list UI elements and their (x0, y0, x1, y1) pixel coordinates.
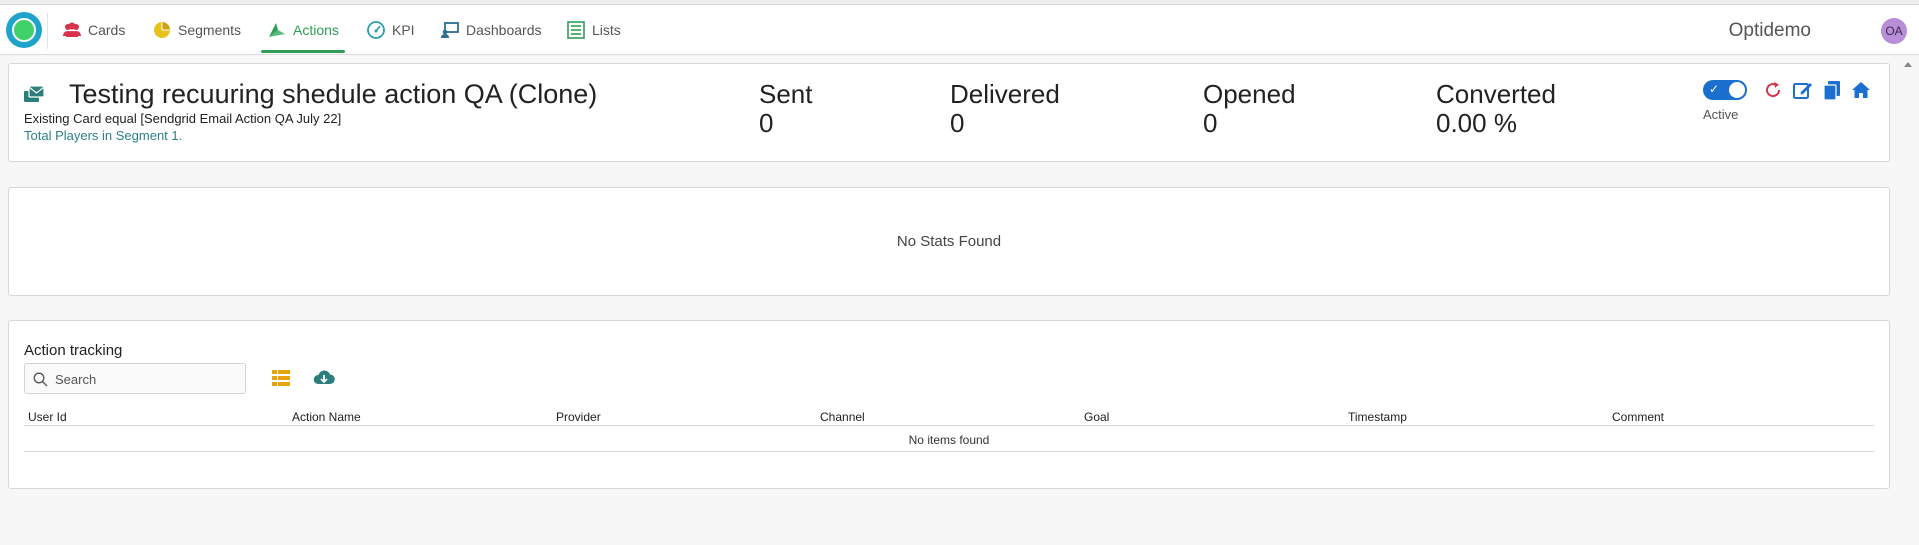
stat-value: 0 (1203, 108, 1218, 138)
column-header-comment[interactable]: Comment (1612, 410, 1664, 424)
users-icon (63, 22, 81, 37)
column-header-goal[interactable]: Goal (1084, 410, 1109, 424)
app-logo[interactable] (6, 12, 42, 48)
page-scrollbar[interactable] (1897, 55, 1919, 545)
stat-converted: Converted 0.00 % (1436, 79, 1556, 139)
toggle-knob (1729, 82, 1745, 98)
action-tracking-panel: Action tracking User Id Action Name Prov… (8, 320, 1890, 489)
column-header-user-id[interactable]: User Id (28, 410, 67, 424)
refresh-icon[interactable] (1762, 79, 1784, 101)
no-items-message: No items found (24, 426, 1874, 452)
action-title: Testing recuuring shedule action QA (Clo… (69, 79, 598, 109)
segment-link[interactable]: Total Players in Segment 1. (24, 128, 182, 143)
stat-label: Delivered (950, 79, 1060, 109)
stat-delivered: Delivered 0 (950, 79, 1060, 139)
action-summary-card: Testing recuuring shedule action QA (Clo… (8, 63, 1890, 162)
nav-label: Lists (592, 22, 621, 38)
cloud-download-icon[interactable] (313, 368, 335, 388)
no-stats-message: No Stats Found (896, 233, 1002, 250)
check-icon: ✓ (1709, 82, 1720, 96)
nav-cards[interactable]: Cards (62, 5, 125, 55)
search-input[interactable] (55, 368, 240, 390)
nav-label: Segments (178, 22, 242, 38)
active-label: Active (1703, 107, 1739, 122)
search-icon (33, 372, 48, 387)
tracking-title: Action tracking (24, 342, 123, 359)
top-navbar: Cards Segments Actions KPI Dashboards Li… (0, 5, 1919, 55)
gauge-icon (367, 21, 385, 39)
column-header-timestamp[interactable]: Timestamp (1348, 410, 1407, 424)
nav-lists[interactable]: Lists (566, 5, 621, 55)
stat-label: Converted (1436, 79, 1556, 109)
list-icon (567, 21, 585, 39)
nav-dashboards[interactable]: Dashboards (440, 5, 542, 55)
action-description: Existing Card equal [Sendgrid Email Acti… (24, 111, 342, 126)
home-icon[interactable] (1850, 79, 1872, 101)
stats-panel: No Stats Found (8, 187, 1890, 296)
nav-kpi[interactable]: KPI (366, 5, 415, 55)
nav-label: KPI (392, 22, 415, 38)
nav-segments[interactable]: Segments (152, 5, 241, 55)
nav-label: Dashboards (466, 22, 542, 38)
brand-name: Optidemo (1728, 20, 1811, 41)
edit-icon[interactable] (1792, 79, 1814, 101)
table-header: User Id Action Name Provider Channel Goa… (24, 406, 1874, 426)
nav-label: Actions (293, 22, 339, 38)
presentation-icon (441, 22, 459, 38)
stat-label: Sent (759, 79, 813, 109)
active-toggle[interactable]: ✓ (1703, 80, 1747, 100)
nav-label: Cards (88, 22, 126, 38)
nav-actions[interactable]: Actions (261, 5, 345, 55)
stat-opened: Opened 0 (1203, 79, 1296, 139)
action-card-icon (24, 85, 45, 102)
stat-label: Opened (1203, 79, 1296, 109)
search-box (24, 363, 246, 394)
stat-sent: Sent 0 (759, 79, 813, 139)
user-avatar[interactable]: OA (1881, 18, 1907, 44)
scroll-up-arrow-icon[interactable] (1904, 62, 1912, 67)
stat-value: 0 (759, 108, 774, 138)
column-header-provider[interactable]: Provider (556, 410, 601, 424)
logo-divider (47, 13, 48, 49)
paper-plane-icon (269, 23, 285, 37)
table-view-icon[interactable] (271, 368, 291, 388)
stat-value: 0.00 % (1436, 108, 1517, 138)
column-header-action-name[interactable]: Action Name (292, 410, 361, 424)
copy-icon[interactable] (1821, 79, 1843, 101)
stat-value: 0 (950, 108, 965, 138)
pie-chart-icon (154, 22, 170, 38)
column-header-channel[interactable]: Channel (820, 410, 865, 424)
